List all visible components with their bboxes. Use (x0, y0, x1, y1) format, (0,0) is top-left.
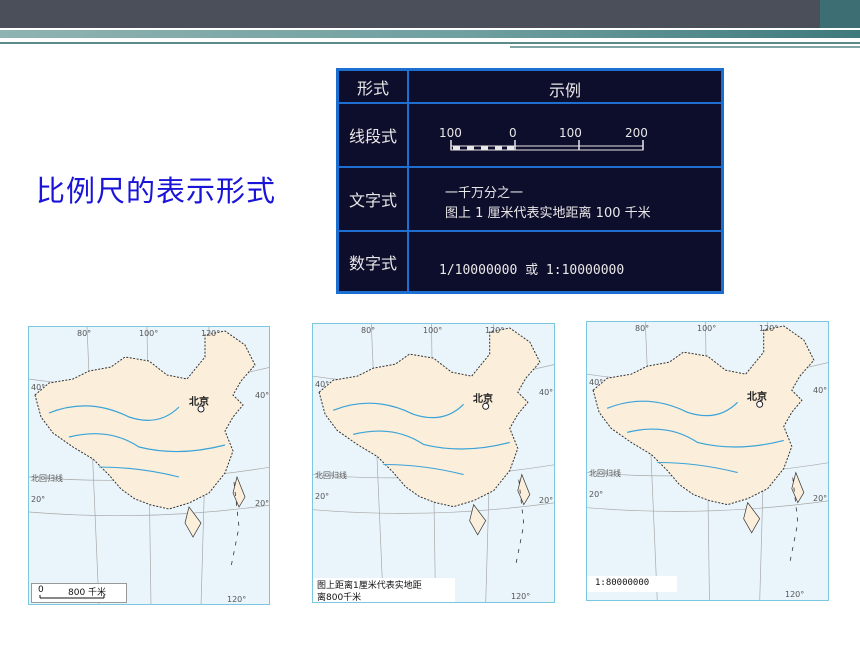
china-map-graphic (313, 324, 554, 602)
latitude-label: 40° (539, 388, 554, 397)
tropic-label: 北回归线 (315, 471, 347, 480)
city-label-beijing: 北京 (189, 397, 209, 408)
latitude-label: 20° (255, 499, 270, 508)
longitude-label: 120° (511, 592, 531, 601)
table-header-example: 示例 (548, 81, 581, 100)
latitude-label: 40° (31, 383, 46, 392)
scale-forms-table: 形式 示例 线段式 100 0 100 200 文字式 一千万分之一 图上 1 … (336, 68, 724, 294)
table-header-example-cell: 示例 (408, 70, 722, 103)
scale-bar (39, 595, 105, 599)
china-map-verbal-scale: 80° 100° 120° 120° 40° 40° 20° 20° 北回归线 … (312, 323, 555, 603)
verbal-scale-line2: 离800千米 (317, 593, 362, 603)
latitude-label: 40° (589, 378, 604, 387)
table-header-form: 形式 (338, 70, 408, 103)
tropic-label: 北回归线 (589, 469, 621, 478)
tropic-label: 北回归线 (31, 474, 63, 483)
latitude-label: 20° (31, 495, 46, 504)
longitude-label: 100° (697, 324, 717, 333)
verbal-scale-line2: 图上 1 厘米代表实地距离 100 千米 (445, 206, 651, 221)
row-label-numeric: 数字式 (338, 231, 408, 292)
verbal-scale-line1: 一千万分之一 (445, 186, 524, 201)
longitude-label: 120° (485, 326, 505, 335)
map-verbal-scale: 图上距离1厘米代表实地距 离800千米 (313, 578, 455, 603)
map-numeric-scale: 1:80000000 (587, 576, 677, 592)
longitude-label: 120° (201, 329, 221, 338)
longitude-label: 120° (227, 595, 247, 604)
linear-scale-bar (450, 140, 644, 151)
verbal-scale-cell: 一千万分之一 图上 1 厘米代表实地距离 100 千米 (408, 167, 722, 231)
china-map-numeric-scale: 80° 100° 120° 120° 40° 40° 20° 20° 北回归线 … (586, 321, 829, 601)
row-label-linear: 线段式 (338, 103, 408, 167)
numeric-scale-cell: 1/10000000 或 1:10000000 (408, 231, 722, 292)
china-map-graphic (587, 322, 828, 600)
latitude-label: 40° (813, 386, 828, 395)
latitude-label: 20° (589, 490, 604, 499)
header-rule (0, 42, 860, 44)
longitude-label: 120° (785, 590, 805, 599)
longitude-label: 100° (423, 326, 443, 335)
city-label-beijing: 北京 (473, 394, 493, 405)
verbal-scale-line1: 图上距离1厘米代表实地距 (317, 581, 422, 591)
longitude-label: 100° (139, 329, 159, 338)
linear-scale-cell: 100 0 100 200 (408, 103, 722, 167)
latitude-label: 20° (315, 492, 330, 501)
latitude-label: 20° (813, 494, 828, 503)
china-map-graphic (29, 327, 269, 604)
latitude-label: 40° (255, 391, 270, 400)
header-bar (0, 0, 820, 28)
slide-title: 比例尺的表示形式 (36, 174, 277, 208)
header-rule-short (510, 46, 860, 48)
map-linear-scale: 0 800 千米 (31, 583, 127, 603)
numeric-scale-value: 1/10000000 或 1:10000000 (439, 263, 625, 278)
longitude-label: 80° (635, 324, 650, 333)
row-label-verbal: 文字式 (338, 167, 408, 231)
header-accent (820, 0, 860, 28)
latitude-label: 20° (539, 496, 554, 505)
city-label-beijing: 北京 (747, 392, 767, 403)
header-stripe (0, 30, 860, 38)
china-map-linear-scale: 80° 100° 120° 120° 40° 40° 20° 20° 北回归线 … (28, 326, 270, 605)
longitude-label: 80° (361, 326, 376, 335)
longitude-label: 120° (759, 324, 779, 333)
latitude-label: 40° (315, 380, 330, 389)
longitude-label: 80° (77, 329, 92, 338)
